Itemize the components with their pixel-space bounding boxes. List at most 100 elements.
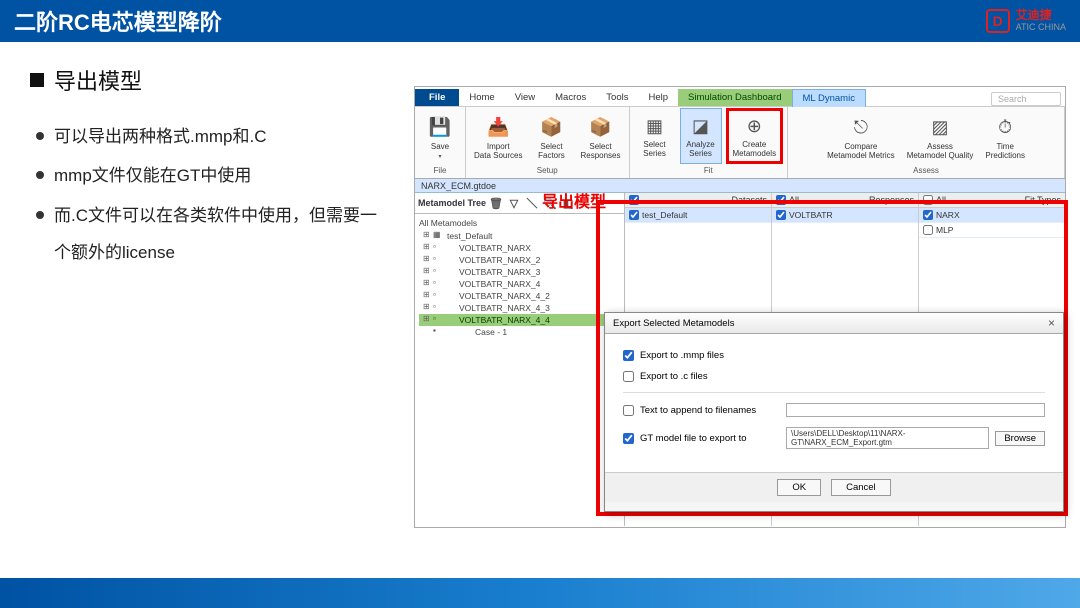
bullet-heading: 导出模型 (30, 64, 390, 96)
tree-item[interactable]: ▫VOLTBATR_NARX_3 (419, 266, 620, 278)
tree-item[interactable]: ▫VOLTBATR_NARX (419, 242, 620, 254)
gtmodel-label: GT model file to export to (640, 433, 780, 444)
gtmodel-path-field[interactable]: \Users\DELL\Desktop\11\NARX-GT\NARX_ECM_… (786, 427, 989, 449)
file-path-bar: NARX_ECM.gtdoe (415, 179, 1065, 193)
import-icon: 📥 (485, 115, 511, 141)
export-c-check[interactable] (623, 371, 634, 382)
menu-bar: File Home View Macros Tools Help Simulat… (415, 87, 1065, 107)
select-series-button[interactable]: ▦ Select Series (634, 108, 676, 164)
menu-home[interactable]: Home (459, 89, 504, 106)
tree-header-label: Metamodel Tree (418, 198, 486, 208)
tree-tool-edit-icon[interactable]: ＼ (524, 195, 540, 211)
menu-view[interactable]: View (505, 89, 545, 106)
responses-all-check[interactable] (776, 195, 786, 205)
series-icon: ▦ (642, 113, 668, 139)
compare-icon: ⎋ (848, 115, 874, 141)
datasets-all-check[interactable] (629, 195, 639, 205)
create-icon: ⊕ (741, 113, 767, 139)
browse-button[interactable]: Browse (995, 431, 1045, 446)
dialog-body: Export to .mmp files Export to .c files … (605, 334, 1063, 472)
analyze-icon: ◪ (688, 113, 714, 139)
chevron-down-icon: ▾ (438, 153, 441, 160)
fittype-item[interactable]: MLP (919, 223, 1065, 238)
ribbon-group-file: 💾 Save ▾ File (415, 107, 466, 178)
fittype-check[interactable] (923, 210, 933, 220)
bullet-item: 而.C文件可以在各类软件中使用，但需要一个额外的license (30, 197, 390, 272)
tree-item[interactable]: ▫VOLTBATR_NARX_4_4 (419, 314, 620, 326)
dialog-title: Export Selected Metamodels (613, 318, 734, 329)
dialog-buttons: OK Cancel (605, 472, 1063, 502)
quality-icon: ▨ (927, 115, 953, 141)
assess-quality-button[interactable]: ▨ Assess Metamodel Quality (903, 111, 978, 164)
menu-tools[interactable]: Tools (596, 89, 638, 106)
annotation-label: 导出模型 (542, 188, 606, 212)
export-mmp-row: Export to .mmp files (623, 350, 1045, 361)
slide-footer (0, 578, 1080, 608)
dialog-titlebar: Export Selected Metamodels × (605, 313, 1063, 334)
fittype-check[interactable] (923, 225, 933, 235)
tree-item[interactable]: ▫VOLTBATR_NARX_4_2 (419, 290, 620, 302)
close-icon[interactable]: × (1048, 316, 1055, 330)
search-input[interactable]: Search (991, 92, 1061, 106)
col-header-label: Datasets (731, 195, 767, 205)
bullet-item: mmp文件仅能在GT中使用 (30, 157, 390, 194)
gtmodel-row: GT model file to export to \Users\DELL\D… (623, 427, 1045, 449)
tree-item[interactable]: ▫VOLTBATR_NARX_4 (419, 278, 620, 290)
tree-item[interactable]: ▫VOLTBATR_NARX_4_3 (419, 302, 620, 314)
bullet-item: 可以导出两种格式.mmp和.C (30, 118, 390, 155)
tree-root[interactable]: All Metamodels (419, 218, 620, 228)
model-icon: ▫ (433, 314, 436, 323)
time-icon: ⏱ (992, 115, 1018, 141)
bullet-column: 导出模型 可以导出两种格式.mmp和.C mmp文件仅能在GT中使用 而.C文件… (30, 64, 390, 274)
append-text-field[interactable] (786, 403, 1045, 417)
dataset-check[interactable] (629, 210, 639, 220)
append-text-label: Text to append to filenames (640, 405, 780, 416)
tree-case[interactable]: ▪Case - 1 (419, 326, 620, 338)
logo-text: 艾迪捷 ATIC CHINA (1016, 9, 1066, 32)
response-item[interactable]: VOLTBATR (772, 208, 918, 223)
gtmodel-check[interactable] (623, 433, 634, 444)
menu-simulation-dashboard[interactable]: Simulation Dashboard (678, 89, 791, 106)
save-icon: 💾 (427, 115, 453, 141)
menu-macros[interactable]: Macros (545, 89, 596, 106)
compare-metamodel-button[interactable]: ⎋ Compare Metamodel Metrics (823, 111, 899, 164)
logo-icon: D (986, 9, 1010, 33)
tree-tool-filter-icon[interactable]: ▽ (506, 195, 522, 211)
slide-title-bar: 二阶RC电芯模型降阶 D 艾迪捷 ATIC CHINA (0, 0, 1080, 42)
time-predictions-button[interactable]: ⏱ Time Predictions (981, 111, 1029, 164)
response-check[interactable] (776, 210, 786, 220)
col-header-label: Responses (869, 195, 914, 205)
append-text-check[interactable] (623, 405, 634, 416)
model-icon: ▫ (433, 302, 436, 311)
logo: D 艾迪捷 ATIC CHINA (986, 9, 1066, 33)
cancel-button[interactable]: Cancel (831, 479, 891, 496)
analyze-series-button[interactable]: ◪ Analyze Series (680, 108, 722, 164)
ribbon-group-label: Setup (531, 166, 564, 176)
menu-help[interactable]: Help (638, 89, 678, 106)
tree-parent[interactable]: ▦ test_Default (419, 230, 620, 242)
dataset-item[interactable]: test_Default (625, 208, 771, 223)
export-mmp-check[interactable] (623, 350, 634, 361)
select-factors-button[interactable]: 📦 Select Factors (530, 111, 572, 164)
tree-body[interactable]: All Metamodels ▦ test_Default ▫VOLTBATR_… (415, 214, 624, 526)
save-button[interactable]: 💾 Save ▾ (419, 111, 461, 164)
fittypes-all-check[interactable] (923, 195, 933, 205)
fittype-item[interactable]: NARX (919, 208, 1065, 223)
select-responses-button[interactable]: 📦 Select Responses (576, 111, 624, 164)
responses-header: All Responses (772, 193, 918, 208)
tree-item[interactable]: ▫VOLTBATR_NARX_2 (419, 254, 620, 266)
menu-ml-dynamic[interactable]: ML Dynamic (792, 89, 866, 107)
tree-tool-delete-icon[interactable]: 🗑 (488, 195, 504, 211)
folder-icon: ▦ (433, 230, 441, 239)
model-icon: ▫ (433, 266, 436, 275)
menu-file[interactable]: File (415, 89, 459, 106)
model-icon: ▫ (433, 242, 436, 251)
col-header-label: Fit Types (1025, 195, 1061, 205)
model-icon: ▫ (433, 278, 436, 287)
create-metamodels-button[interactable]: ⊕ Create Metamodels (726, 108, 784, 164)
export-mmp-label: Export to .mmp files (640, 350, 724, 361)
ok-button[interactable]: OK (777, 479, 821, 496)
export-dialog: Export Selected Metamodels × Export to .… (604, 312, 1064, 512)
ribbon-group-label: Assess (907, 166, 945, 176)
import-data-sources-button[interactable]: 📥 Import Data Sources (470, 111, 526, 164)
